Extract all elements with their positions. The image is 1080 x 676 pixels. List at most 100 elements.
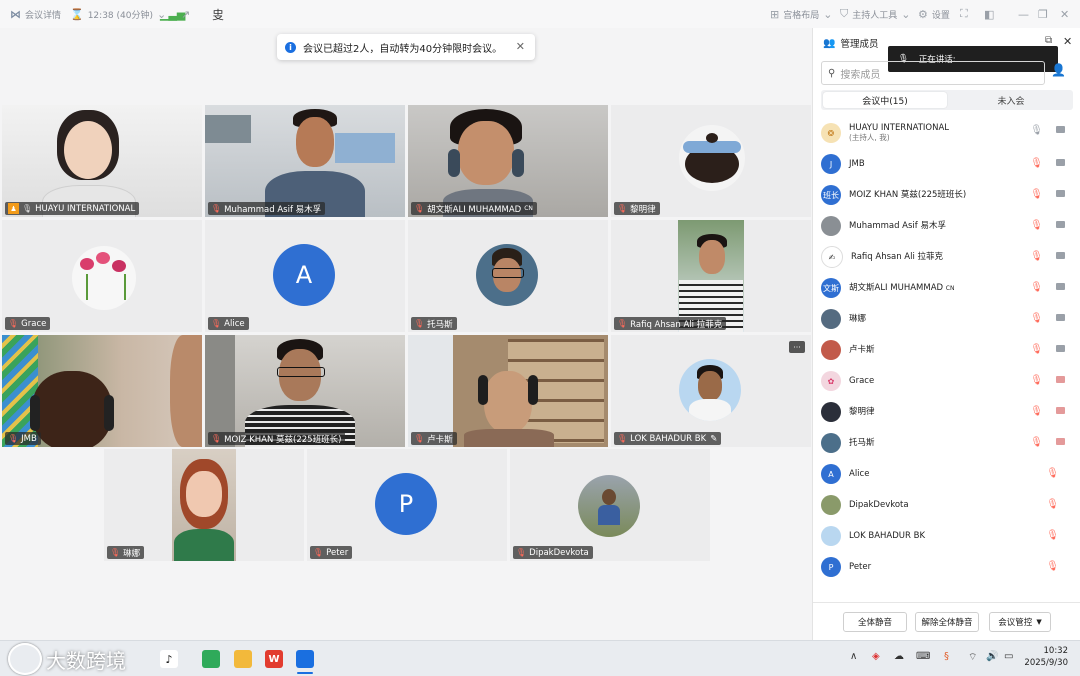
mute-all-button[interactable]: 全体静音 (843, 612, 907, 632)
mic-muted-icon[interactable]: 🎙 (1046, 499, 1059, 510)
camera-icon[interactable] (1056, 126, 1065, 133)
video-tile[interactable]: 🎙 JMB (2, 335, 202, 447)
member-row[interactable]: 文斯 胡文斯ALI MUHAMMAD CN 🎙 (821, 275, 1073, 301)
member-row[interactable]: 卢卡斯 🎙 (821, 337, 1073, 363)
member-row[interactable]: ✿ Grace 🎙 (821, 368, 1073, 394)
folder-icon[interactable] (234, 650, 252, 668)
member-row[interactable]: P Peter 🎙 (821, 554, 1073, 580)
fullscreen-icon[interactable]: ⛶ (960, 0, 968, 28)
video-tile[interactable]: 🎙 黎明律 (611, 105, 811, 217)
member-row[interactable]: LOK BAHADUR BK 🎙 (821, 523, 1073, 549)
tencent-meeting-icon[interactable] (296, 650, 314, 668)
video-tile[interactable]: ♟ 🎙 HUAYU INTERNATIONAL (2, 105, 202, 217)
mic-muted-icon[interactable]: 🎙 (1030, 282, 1043, 293)
member-row[interactable]: A Alice 🎙 (821, 461, 1073, 487)
video-tile[interactable]: 🎙 Grace (2, 220, 202, 332)
member-row[interactable]: 托马斯 🎙 (821, 430, 1073, 456)
video-tile[interactable]: 🎙 Muhammad Asif 易木孚 (205, 105, 405, 217)
video-tile[interactable]: ··· 🎙 LOK BAHADUR BK ✎ (611, 335, 811, 447)
mic-muted-icon[interactable]: 🎙 (1046, 530, 1059, 541)
minimize-icon[interactable]: — (1018, 0, 1029, 28)
mic-muted-icon[interactable]: 🎙 (1030, 313, 1043, 324)
pinned-app-icon[interactable]: ♪ (160, 650, 178, 668)
share-icon[interactable]: ↗ (181, 0, 190, 28)
member-row[interactable]: Muhammad Asif 易木孚 🎙 (821, 213, 1073, 239)
video-tile[interactable]: A 🎙 Alice (205, 220, 405, 332)
mic-muted-icon[interactable]: 🎙 (1030, 437, 1043, 448)
mic-muted-icon[interactable]: 🎙 (1030, 375, 1043, 386)
mic-muted-icon: 🎙 (414, 204, 425, 213)
camera-icon[interactable] (1056, 190, 1065, 197)
camera-icon[interactable] (1056, 345, 1065, 352)
member-row[interactable]: 班长 MOIZ KHAN 莫兹(225班班长) 🎙 (821, 182, 1073, 208)
camera-off-icon[interactable] (1056, 407, 1065, 414)
layout-button[interactable]: ⊞ 宫格布局 ⌄ (770, 0, 832, 28)
video-tile[interactable]: 🎙 Rafiq Ahsan Ali 拉菲克 (611, 220, 811, 332)
mic-icon[interactable]: 🎙 (1030, 125, 1043, 136)
restore-icon[interactable]: ❐ (1038, 0, 1048, 28)
camera-off-icon[interactable] (1056, 438, 1065, 445)
video-tile[interactable]: 🎙 托马斯 (408, 220, 608, 332)
invite-member-icon[interactable]: 👤 (1051, 63, 1066, 77)
volume-icon[interactable]: 🔊 (986, 651, 998, 662)
tray-s-icon[interactable]: § (944, 651, 949, 662)
tab-not-joined[interactable]: 未入会 (949, 90, 1073, 110)
video-tile[interactable]: P 🎙 Peter (307, 449, 507, 561)
wps-icon[interactable]: W (265, 650, 283, 668)
mic-muted-icon: 🎙 (211, 204, 222, 213)
meeting-control-button[interactable]: 会议管控 ▼ (989, 612, 1051, 632)
sidebar-toggle-icon[interactable]: ◧ (984, 0, 994, 28)
grid-icon: ⊞ (770, 7, 780, 21)
battery-icon[interactable]: ▭ (1004, 651, 1013, 662)
meeting-details-button[interactable]: ⋈ 会议详情 (10, 0, 61, 28)
popout-icon[interactable]: ⧉ (1045, 35, 1052, 46)
mic-muted-icon[interactable]: 🎙 (1030, 189, 1043, 200)
camera-icon[interactable] (1056, 314, 1065, 321)
mic-muted-icon[interactable]: 🎙 (1046, 561, 1059, 572)
close-window-icon[interactable]: ✕ (1060, 0, 1069, 28)
tray-app-icon[interactable]: ◈ (872, 651, 880, 662)
participant-avatar (679, 125, 745, 191)
video-tile[interactable]: 🎙 DipakDevkota (510, 449, 710, 561)
video-tile[interactable]: 🎙 MOIZ KHAN 莫兹(225班班长) (205, 335, 405, 447)
camera-off-icon[interactable] (1056, 376, 1065, 383)
wechat-icon[interactable] (202, 650, 220, 668)
cloud-icon[interactable]: ☁ (894, 651, 904, 662)
mic-muted-icon[interactable]: 🎙 (1030, 406, 1043, 417)
video-tile[interactable]: 🎙 卢卡斯 (408, 335, 608, 447)
search-members-input[interactable]: ⚲ 搜索成员 (821, 61, 1045, 85)
close-toast-icon[interactable]: ✕ (516, 40, 525, 53)
video-tile[interactable]: 🎙 胡文斯ALI MUHAMMAD CN (408, 105, 608, 217)
video-tile[interactable]: 🎙 琳娜 (104, 449, 304, 561)
more-options-button[interactable]: ··· (789, 341, 805, 353)
chevron-up-icon[interactable]: ∧ (850, 651, 857, 662)
mic-muted-icon[interactable]: 🎙 (1030, 251, 1043, 262)
input-method-icon[interactable]: ⌨ (916, 651, 930, 662)
member-row[interactable]: ❂ HUAYU INTERNATIONAL (主持人, 我) 🎙 (821, 118, 1073, 148)
participant-name-tag: 🎙 胡文斯ALI MUHAMMAD CN (411, 202, 537, 215)
meeting-timer[interactable]: ⌛ 12:38 (40分钟) ⌄ (70, 0, 166, 28)
member-row[interactable]: 黎明律 🎙 (821, 399, 1073, 425)
host-tools-button[interactable]: ⛉ 主持人工具 ⌄ (840, 0, 910, 28)
participant-name-tag: 🎙 Alice (208, 317, 249, 330)
tab-in-meeting[interactable]: 会议中(15) (823, 92, 947, 108)
mic-muted-icon[interactable]: 🎙 (1046, 468, 1059, 479)
participant-name-tag: 🎙 黎明律 (614, 202, 660, 215)
wifi-icon[interactable]: ⌔ (968, 651, 977, 664)
camera-icon[interactable] (1056, 221, 1065, 228)
camera-icon[interactable] (1056, 159, 1065, 166)
close-panel-icon[interactable]: ✕ (1063, 35, 1072, 48)
mic-muted-icon[interactable]: 🎙 (1030, 220, 1043, 231)
unmute-all-button[interactable]: 解除全体静音 (915, 612, 979, 632)
mic-muted-icon: 🎙 (313, 548, 324, 557)
camera-icon[interactable] (1056, 252, 1065, 259)
settings-button[interactable]: ⚙ 设置 (918, 0, 950, 28)
mic-muted-icon[interactable]: 🎙 (1030, 344, 1043, 355)
member-row[interactable]: 琳娜 🎙 (821, 306, 1073, 332)
mic-muted-icon[interactable]: 🎙 (1030, 158, 1043, 169)
member-row[interactable]: J JMB 🎙 (821, 151, 1073, 177)
member-row[interactable]: ✍ Rafiq Ahsan Ali 拉菲克 🎙 (821, 244, 1073, 270)
camera-icon[interactable] (1056, 283, 1065, 290)
system-clock[interactable]: 10:32 2025/9/30 (1024, 645, 1068, 669)
member-row[interactable]: DipakDevkota 🎙 (821, 492, 1073, 518)
